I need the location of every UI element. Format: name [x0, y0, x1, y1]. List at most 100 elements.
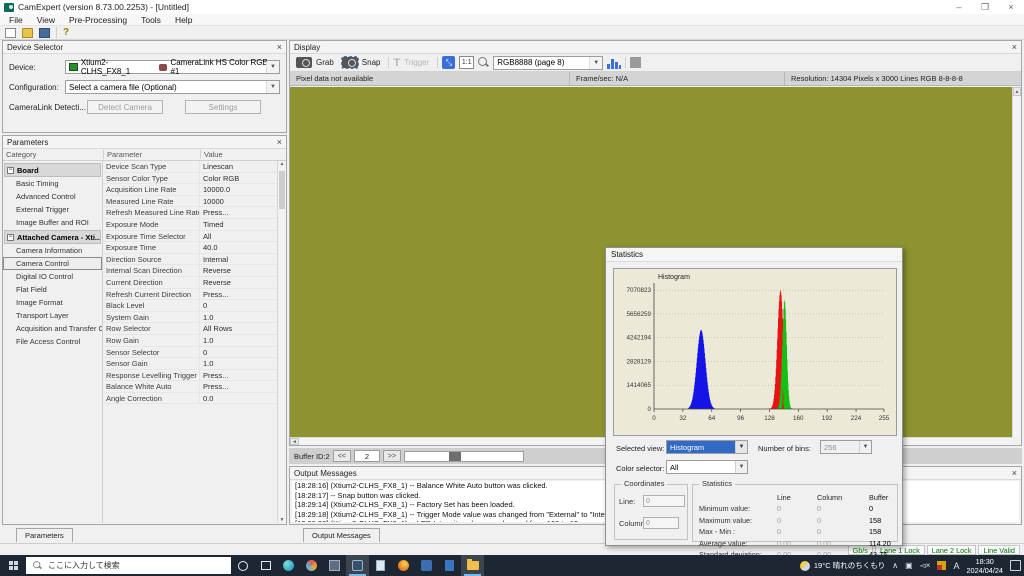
category-item-image-format[interactable]: Image Format: [3, 296, 102, 309]
display-close-icon[interactable]: ×: [1012, 43, 1017, 52]
parameter-value[interactable]: 1.0: [200, 358, 277, 369]
firefox-icon[interactable]: [392, 555, 415, 576]
camexpert-taskbar-icon[interactable]: [346, 555, 369, 576]
save-icon[interactable]: [39, 28, 50, 38]
category-item-external-trigger[interactable]: External Trigger: [3, 203, 102, 216]
restore-button[interactable]: ❐: [972, 0, 998, 14]
parameter-value[interactable]: Color RGB: [200, 173, 277, 184]
parameter-row[interactable]: Sensor Gain1.0: [103, 358, 277, 370]
parameter-row[interactable]: Internal Scan DirectionReverse: [103, 265, 277, 277]
selected-view-combobox[interactable]: Histogram ▼: [666, 440, 748, 454]
taskbar-clock[interactable]: 18:30 2024/04/24: [966, 557, 1003, 575]
category-item-advanced-control[interactable]: Advanced Control: [3, 190, 102, 203]
parameter-row[interactable]: Exposure Time SelectorAll: [103, 231, 277, 243]
parameter-value[interactable]: Internal: [200, 254, 277, 265]
menu-help[interactable]: Help: [168, 14, 199, 25]
grab-button[interactable]: Grab: [316, 58, 334, 67]
output-messages-close-icon[interactable]: ×: [1012, 469, 1017, 478]
parameter-value[interactable]: All: [200, 231, 277, 242]
ime-indicator[interactable]: A: [953, 561, 959, 571]
parameter-value[interactable]: Press...: [200, 370, 277, 381]
notification-icon[interactable]: [1010, 560, 1021, 571]
parameter-row[interactable]: Acquisition Line Rate10000.0: [103, 184, 277, 196]
settings-button[interactable]: Settings: [185, 100, 261, 114]
parameter-value[interactable]: 0: [200, 347, 277, 358]
pixel-format-combobox[interactable]: RGB8888 (page 8) ▼: [493, 56, 603, 70]
category-item-transport-layer[interactable]: Transport Layer: [3, 309, 102, 322]
parameter-row[interactable]: Direction SourceInternal: [103, 254, 277, 266]
onedrive-icon[interactable]: ▣: [905, 561, 913, 570]
output-messages-tab[interactable]: Output Messages: [303, 528, 380, 542]
parameter-row[interactable]: Refresh Measured Line RatePress...: [103, 207, 277, 219]
device-selector-close-icon[interactable]: ×: [277, 43, 282, 52]
category-item-file-access-control[interactable]: File Access Control: [3, 335, 102, 348]
parameter-value[interactable]: 10000: [200, 196, 277, 207]
file-explorer-icon[interactable]: [461, 555, 484, 576]
parameter-row[interactable]: Sensor Color TypeColor RGB: [103, 173, 277, 185]
configuration-combobox[interactable]: Select a camera file (Optional) ▼: [65, 80, 280, 94]
edge-icon[interactable]: [277, 555, 300, 576]
minimize-button[interactable]: –: [946, 0, 972, 14]
volume-icon[interactable]: ◅×: [920, 561, 931, 570]
snap-button[interactable]: Snap: [362, 58, 381, 67]
new-file-icon[interactable]: [5, 28, 16, 38]
parameter-value[interactable]: Timed: [200, 219, 277, 230]
menu-pre-processing[interactable]: Pre-Processing: [62, 14, 134, 25]
chevron-down-icon[interactable]: ▼: [266, 61, 279, 73]
taskbar-search-input[interactable]: ここに入力して検索: [26, 557, 231, 574]
tray-expand-icon[interactable]: ∧: [892, 561, 898, 570]
parameter-value[interactable]: All Rows: [200, 323, 277, 334]
parameter-value[interactable]: Linescan: [200, 161, 277, 172]
parameter-value[interactable]: Press...: [200, 289, 277, 300]
parameter-row[interactable]: Device Scan TypeLinescan: [103, 161, 277, 173]
slider-thumb[interactable]: [449, 452, 461, 461]
buffer-next-button[interactable]: >>: [383, 450, 401, 462]
parameter-row[interactable]: Exposure Time40.0: [103, 242, 277, 254]
parameter-row[interactable]: Refresh Current DirectionPress...: [103, 289, 277, 301]
collapse-icon[interactable]: −: [7, 234, 14, 241]
start-button[interactable]: [0, 555, 26, 576]
parameter-value[interactable]: Press...: [200, 381, 277, 392]
detect-camera-button[interactable]: Detect Camera: [87, 100, 163, 114]
scroll-left-icon[interactable]: ◄: [290, 438, 299, 445]
category-item-camera-control[interactable]: Camera Control: [3, 257, 102, 270]
grab-icon[interactable]: [296, 57, 312, 68]
buffer-slider[interactable]: [404, 451, 524, 462]
color-selector-combobox[interactable]: All ▼: [666, 460, 748, 474]
vertical-scrollbar[interactable]: ▲: [1012, 87, 1021, 437]
parameter-row[interactable]: Sensor Selector0: [103, 347, 277, 359]
parameter-row[interactable]: Current DirectionReverse: [103, 277, 277, 289]
calculator-icon[interactable]: [438, 555, 461, 576]
parameter-value[interactable]: Reverse: [200, 277, 277, 288]
chevron-down-icon[interactable]: ▼: [735, 461, 747, 473]
paint-app-icon[interactable]: [300, 555, 323, 576]
chevron-down-icon[interactable]: ▼: [589, 57, 602, 69]
snap-icon[interactable]: [342, 57, 358, 68]
help-icon[interactable]: ?: [63, 28, 69, 38]
fit-to-screen-icon[interactable]: ⤡: [442, 56, 455, 69]
category-item-camera-information[interactable]: Camera Information: [3, 244, 102, 257]
magnifier-icon[interactable]: [478, 57, 489, 68]
parameter-value[interactable]: Press...: [200, 207, 277, 218]
close-button[interactable]: ×: [998, 0, 1024, 14]
parameter-row[interactable]: Row SelectorAll Rows: [103, 323, 277, 335]
open-file-icon[interactable]: [22, 28, 33, 38]
weather-widget[interactable]: 19°C 晴れのちくもり: [800, 560, 885, 571]
category-item-basic-timing[interactable]: Basic Timing: [3, 177, 102, 190]
scroll-up-icon[interactable]: ▲: [1013, 87, 1021, 96]
menu-file[interactable]: File: [2, 14, 30, 25]
buffer-prev-button[interactable]: <<: [333, 450, 351, 462]
stop-icon[interactable]: [630, 57, 641, 68]
histogram-tool-icon[interactable]: [607, 57, 621, 69]
one-to-one-icon[interactable]: 1:1: [459, 56, 474, 69]
category-group-attached-camera-xti[interactable]: −Attached Camera - Xti...: [4, 230, 101, 244]
parameter-row[interactable]: Black Level0: [103, 300, 277, 312]
menu-tools[interactable]: Tools: [134, 14, 168, 25]
parameter-value[interactable]: 1.0: [200, 335, 277, 346]
parameter-row[interactable]: Measured Line Rate10000: [103, 196, 277, 208]
task-view-icon[interactable]: [254, 555, 277, 576]
app-icon-blue[interactable]: [415, 555, 438, 576]
menu-view[interactable]: View: [30, 14, 62, 25]
parameter-table-scrollbar[interactable]: ▲▼: [277, 161, 286, 523]
category-item-digital-io-control[interactable]: Digital IO Control: [3, 270, 102, 283]
